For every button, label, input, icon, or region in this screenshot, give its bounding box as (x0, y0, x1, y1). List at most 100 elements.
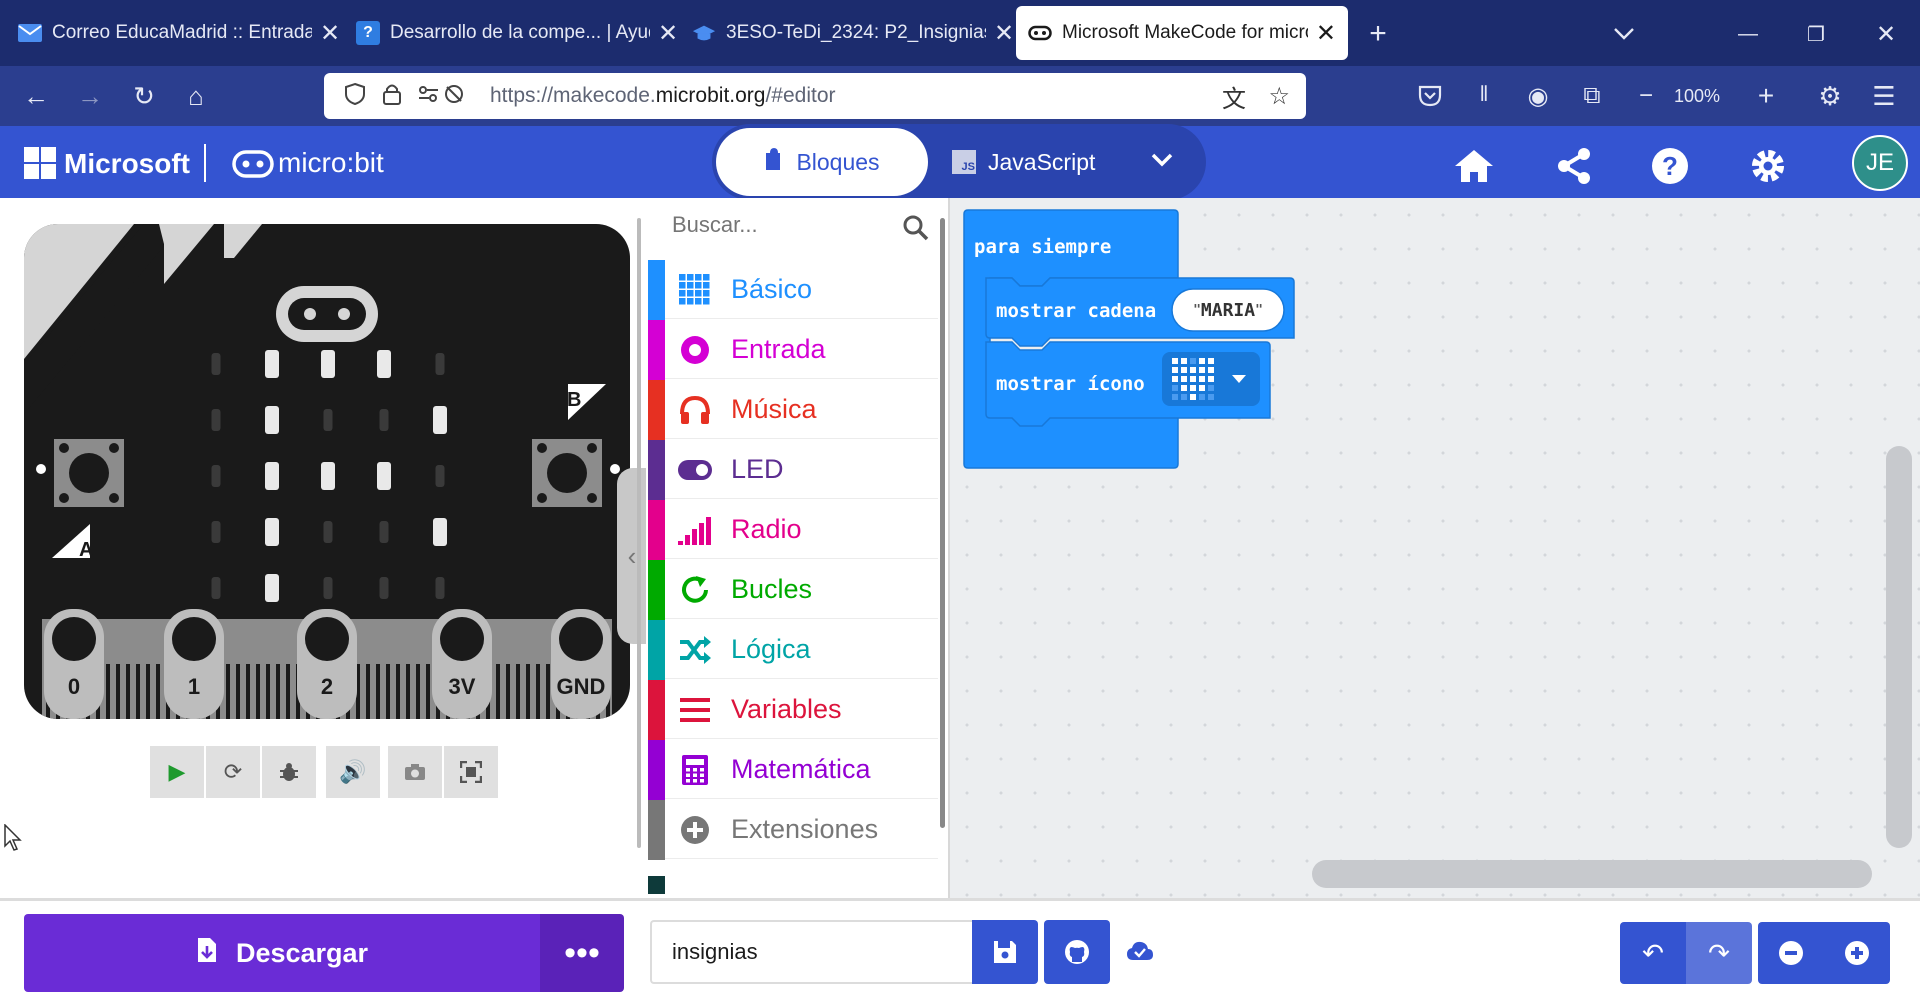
toolbox-category-1[interactable]: Entrada (648, 319, 938, 380)
toolbox-scrollbar[interactable] (940, 218, 945, 828)
more-options-icon[interactable]: ••• (540, 914, 624, 992)
toolbox-category-7[interactable]: Variables (648, 679, 938, 740)
zoom-out-icon[interactable] (1758, 922, 1824, 984)
hamburger-menu-icon[interactable]: ☰ (1864, 76, 1904, 116)
toolbox-category-4[interactable]: Radio (648, 499, 938, 560)
toolbox-category-8[interactable]: Matemática (648, 739, 938, 800)
project-name-input[interactable] (650, 920, 974, 984)
category-color-bar (648, 379, 665, 440)
back-icon[interactable]: ← (16, 76, 56, 116)
add-circle-icon (677, 812, 713, 848)
category-label: LED (731, 454, 784, 484)
edge-finger (416, 664, 420, 719)
close-icon[interactable]: ✕ (658, 19, 678, 48)
sound-icon[interactable]: 🔊 (326, 746, 380, 798)
loop-icon (677, 572, 713, 608)
redo-icon[interactable]: ↷ (1686, 922, 1752, 984)
led-off (323, 577, 333, 599)
forward-icon[interactable]: → (70, 76, 110, 116)
javascript-mode-button[interactable]: JS JavaScript (952, 128, 1132, 196)
blocks-mode-button[interactable]: Bloques (716, 128, 928, 196)
collapse-simulator-handle[interactable]: ‹ (617, 468, 647, 644)
library-icon[interactable]: 𝍪 (1464, 76, 1504, 116)
chevron-down-icon[interactable] (1150, 152, 1174, 173)
permissions-icon[interactable] (418, 83, 466, 110)
close-icon[interactable]: ✕ (994, 19, 1014, 48)
toolbox-category-3[interactable]: LED (648, 439, 938, 500)
debug-bug-icon[interactable] (262, 746, 316, 798)
led-off (323, 521, 333, 543)
icon-pixel-on (1190, 376, 1196, 382)
toolbox-category-5[interactable]: Bucles (648, 559, 938, 620)
toolbox-category-2[interactable]: Música (648, 379, 938, 440)
icon-pixel-on (1172, 367, 1178, 373)
share-icon[interactable] (1552, 144, 1596, 188)
icon-pixel-on (1181, 376, 1187, 382)
toolbox-category-9[interactable]: Extensiones (648, 799, 938, 860)
zoom-in-icon[interactable] (1824, 922, 1890, 984)
fullscreen-icon[interactable] (444, 746, 498, 798)
toolbox-category-6[interactable]: Lógica (648, 619, 938, 680)
play-icon[interactable]: ▶ (150, 746, 204, 798)
microbit-logo-icon (232, 150, 274, 183)
browser-tab-help[interactable]: ? Desarrollo de la compe... | Ayuda ✕ (344, 6, 690, 60)
github-icon[interactable] (1044, 920, 1110, 984)
reload-icon[interactable]: ↻ (124, 76, 164, 116)
simulator-scrollbar[interactable] (637, 218, 641, 848)
home-icon[interactable]: ⌂ (176, 76, 216, 116)
category-label: Básico (731, 274, 813, 304)
settings-gear-icon[interactable] (1746, 144, 1790, 188)
zoom-out-icon[interactable]: − (1626, 76, 1666, 116)
address-bar[interactable]: https://makecode.microbit.org/#editor 文 … (324, 73, 1306, 119)
account-icon[interactable]: ◉ (1518, 76, 1558, 116)
workspace-vertical-scrollbar[interactable] (1886, 446, 1912, 848)
zoom-level[interactable]: 100% (1674, 86, 1720, 107)
search-icon[interactable] (902, 214, 930, 242)
tab-title: Desarrollo de la compe... | Ayuda (390, 22, 650, 43)
extensions-icon[interactable]: ⧉ (1572, 76, 1612, 116)
led-off (379, 409, 389, 431)
translate-icon[interactable]: 文 (1222, 79, 1246, 114)
close-icon[interactable]: ✕ (320, 19, 340, 48)
window-close-icon[interactable]: ✕ (1866, 14, 1906, 54)
bookmark-star-icon[interactable]: ☆ (1268, 82, 1290, 111)
workspace-horizontal-scrollbar[interactable] (1312, 860, 1872, 888)
pin-label: 1 (188, 674, 200, 699)
browser-settings-gear-icon[interactable]: ⚙ (1810, 76, 1850, 116)
edge-finger (386, 664, 390, 719)
pocket-icon[interactable] (1410, 76, 1450, 116)
minimize-icon[interactable]: — (1728, 14, 1768, 54)
zoom-in-icon[interactable]: + (1746, 76, 1786, 116)
led-on (265, 350, 279, 378)
puzzle-icon (764, 147, 782, 177)
pin-hole (172, 617, 216, 661)
pin-hole (52, 617, 96, 661)
blocks-label: Bloques (796, 148, 880, 175)
restore-icon[interactable]: ❐ (1796, 14, 1836, 54)
tab-title: 3ESO-TeDi_2324: P2_Insignias | (726, 22, 986, 43)
show-icon-label: mostrar ícono (996, 373, 1145, 395)
avatar[interactable]: JE (1852, 135, 1908, 191)
browser-tab-mail[interactable]: Correo EducaMadrid :: Entrada ✕ (6, 6, 352, 60)
target-icon (677, 332, 713, 368)
restart-icon[interactable]: ⟳ (206, 746, 260, 798)
tab-list-chevron-icon[interactable] (1604, 14, 1644, 54)
save-icon[interactable] (972, 920, 1038, 984)
category-color-bar (648, 259, 665, 320)
close-icon[interactable]: ✕ (1316, 19, 1336, 48)
lock-icon[interactable] (382, 82, 402, 111)
camera-icon[interactable] (388, 746, 442, 798)
help-icon[interactable]: ? (1648, 144, 1692, 188)
toolbox-category-0[interactable]: Básico (648, 259, 938, 320)
microbit-simulator[interactable]: A B 0 1 2 3V GND (24, 224, 630, 719)
browser-tab-course[interactable]: 3ESO-TeDi_2324: P2_Insignias | ✕ (680, 6, 1026, 60)
category-color-bar (648, 679, 665, 740)
cloud-saved-icon[interactable] (1126, 940, 1154, 967)
undo-icon[interactable]: ↶ (1620, 922, 1686, 984)
browser-tab-makecode[interactable]: Microsoft MakeCode for micro:bit ✕ (1016, 6, 1348, 60)
toolbox-search-input[interactable] (672, 212, 892, 238)
new-tab-icon[interactable]: + (1358, 14, 1398, 54)
string-value-input[interactable]: "MARIA" (1172, 294, 1284, 328)
download-button[interactable]: Descargar (24, 914, 540, 992)
home-icon[interactable] (1452, 144, 1496, 188)
